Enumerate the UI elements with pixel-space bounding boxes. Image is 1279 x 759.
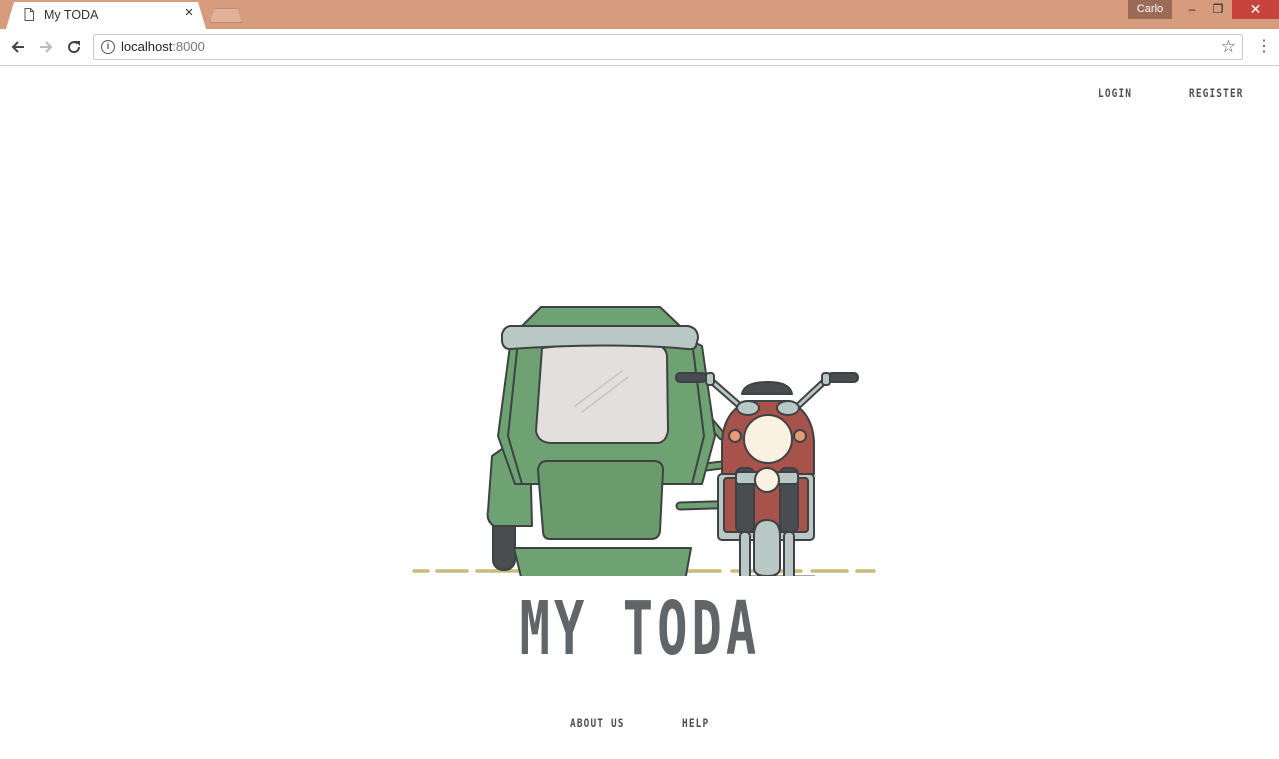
info-icon[interactable]: i <box>101 40 115 54</box>
register-link[interactable]: REGISTER <box>1189 86 1244 100</box>
browser-tab[interactable]: My TODA × <box>6 2 206 29</box>
tab-close-icon[interactable]: × <box>182 5 196 20</box>
tab-title: My TODA <box>44 8 99 22</box>
help-link[interactable]: HELP <box>682 716 709 730</box>
about-us-link[interactable]: ABOUT US <box>570 716 625 730</box>
maximize-icon[interactable]: ❐ <box>1204 0 1232 19</box>
star-icon[interactable]: ☆ <box>1221 37 1236 57</box>
tricycle-illustration <box>412 306 876 576</box>
headlight <box>743 414 793 464</box>
url-port: :8000 <box>172 39 205 54</box>
url-text[interactable]: localhost:8000 <box>121 39 205 54</box>
sidecar-roof <box>501 325 699 351</box>
forward-arrow-icon[interactable] <box>36 37 56 57</box>
page-content: LOGIN REGISTER MY TODA ABOUT US HELP <box>0 66 1279 759</box>
url-host: localhost <box>121 39 173 54</box>
new-tab-button[interactable] <box>210 8 242 23</box>
turn-signal-left <box>728 429 742 443</box>
brand-title-text: MY TODA <box>519 586 760 672</box>
turn-signal-right <box>793 429 807 443</box>
back-arrow-icon[interactable] <box>8 37 28 57</box>
small-headlight <box>754 467 780 493</box>
browser-title-bar: My TODA × Carlo ‒ ❐ ✕ <box>0 0 1279 29</box>
kebab-menu-icon[interactable]: ⋮ <box>1256 37 1272 57</box>
document-icon <box>24 8 34 21</box>
minimize-icon[interactable]: ‒ <box>1178 0 1206 19</box>
close-window-icon[interactable]: ✕ <box>1232 0 1279 19</box>
login-link[interactable]: LOGIN <box>1098 86 1132 100</box>
address-bar[interactable]: i localhost:8000 ☆ <box>93 34 1243 60</box>
sidecar-window <box>535 343 669 444</box>
sidecar-door-panel <box>537 460 664 540</box>
brand-title: MY TODA <box>0 586 1279 672</box>
browser-toolbar: i localhost:8000 ☆ ⋮ <box>0 29 1279 66</box>
profile-button[interactable]: Carlo <box>1128 0 1172 19</box>
reload-icon[interactable] <box>64 37 84 57</box>
